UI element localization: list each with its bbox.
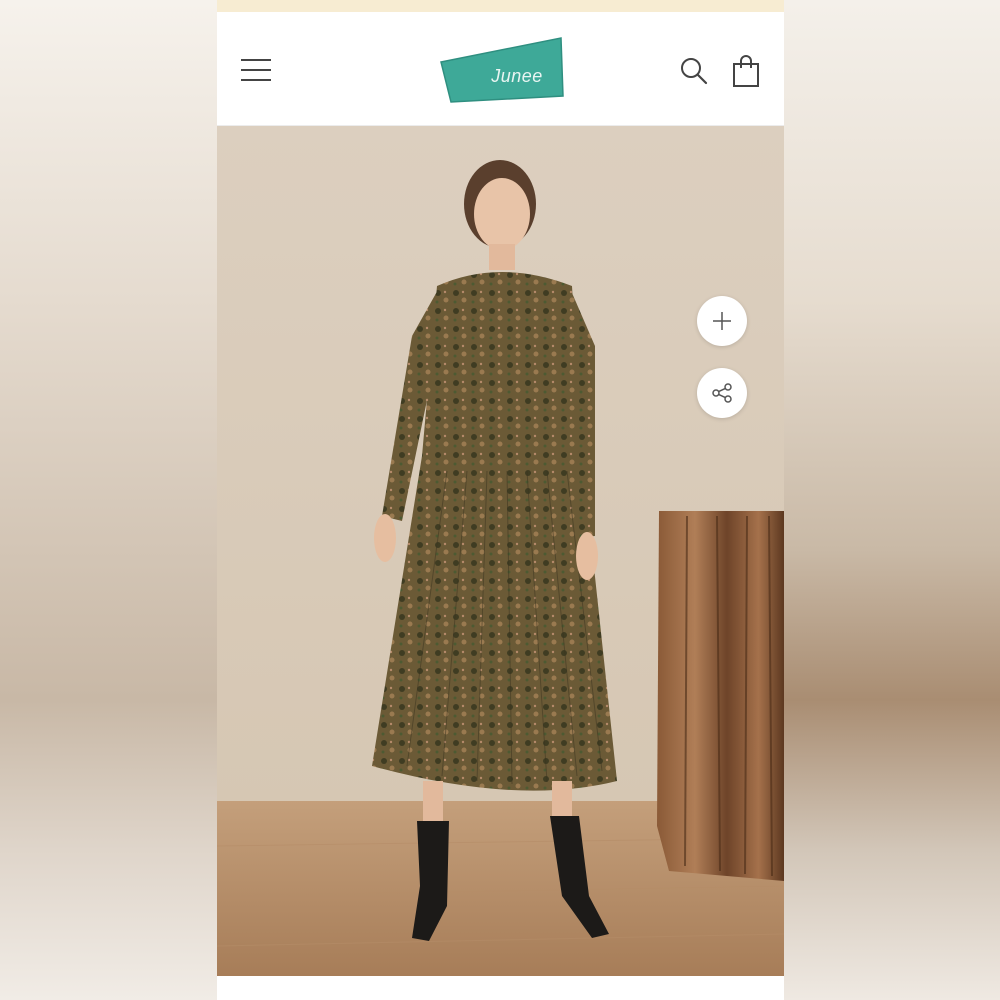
brand-name: Junee — [491, 66, 543, 86]
share-icon — [712, 383, 732, 403]
share-button[interactable] — [697, 368, 747, 418]
blurred-background-right — [784, 0, 1000, 1000]
search-icon[interactable] — [679, 56, 709, 86]
plus-icon — [713, 312, 731, 330]
blurred-background-left — [0, 0, 217, 1000]
product-photo — [217, 126, 784, 976]
page-content-below — [217, 976, 784, 1000]
announcement-bar — [217, 0, 784, 12]
mobile-page: Junee — [217, 0, 784, 1000]
product-image[interactable] — [217, 126, 784, 976]
shopping-bag-icon[interactable] — [731, 54, 761, 88]
zoom-button[interactable] — [697, 296, 747, 346]
site-header: Junee — [217, 12, 784, 126]
hamburger-menu-icon[interactable] — [241, 57, 273, 83]
